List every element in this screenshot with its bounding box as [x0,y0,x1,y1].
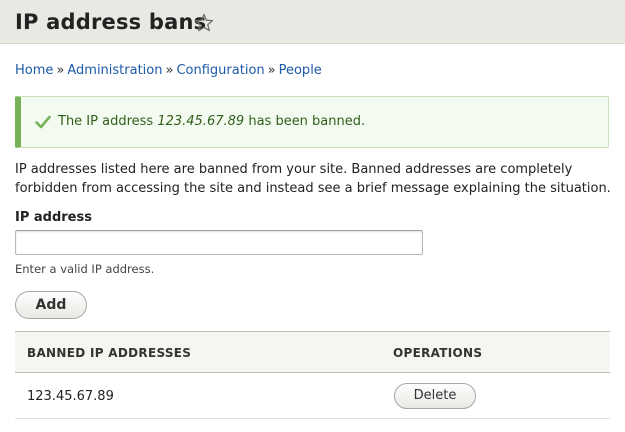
table-row: 123.45.67.89 Delete [15,373,610,419]
banned-ips-table: BANNED IP ADDRESSES OPERATIONS 123.45.67… [15,331,610,419]
page-header: IP address bans [0,0,625,44]
star-outline-icon[interactable] [194,13,214,33]
status-text-after: has been banned. [248,114,366,129]
ip-address-label: IP address [15,210,92,225]
column-header-operations: OPERATIONS [393,346,483,360]
breadcrumb-administration-link[interactable]: Administration [67,63,162,78]
breadcrumb-configuration-link[interactable]: Configuration [176,63,264,78]
status-text-before: The IP address [58,114,154,129]
page-description: IP addresses listed here are banned from… [15,162,611,196]
table-header: BANNED IP ADDRESSES OPERATIONS [15,331,610,373]
column-header-banned-ip: BANNED IP ADDRESSES [27,346,192,360]
delete-button[interactable]: Delete [394,383,476,409]
add-button[interactable]: Add [15,291,87,319]
breadcrumb-separator: » [165,63,174,78]
ip-address-input[interactable] [15,230,423,255]
status-message: The IP address 123.45.67.89 has been ban… [15,96,609,148]
status-banned-ip: 123.45.67.89 [157,114,245,129]
breadcrumb-separator: » [267,63,276,78]
banned-ip-cell: 123.45.67.89 [27,389,114,404]
breadcrumb-people-link[interactable]: People [279,63,322,78]
breadcrumb: Home» Administration» Configuration» People [15,63,322,78]
ip-address-help: Enter a valid IP address. [15,262,155,276]
breadcrumb-home-link[interactable]: Home [15,63,53,78]
check-icon [35,115,51,129]
page-title: IP address bans [15,10,207,34]
status-text: The IP address 123.45.67.89 has been ban… [58,114,365,129]
breadcrumb-separator: » [56,63,65,78]
